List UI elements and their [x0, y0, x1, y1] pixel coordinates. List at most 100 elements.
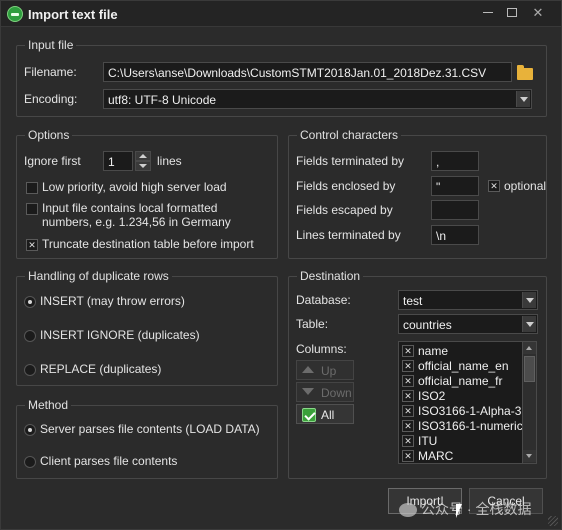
- list-item[interactable]: ISO3166-1-Alpha-3: [401, 404, 522, 419]
- encoding-value: utf8: UTF-8 Unicode: [108, 93, 217, 107]
- close-button[interactable]: ✕: [527, 4, 549, 22]
- local-numbers-checkbox[interactable]: [26, 203, 38, 215]
- table-select[interactable]: countries: [398, 314, 538, 334]
- title-bar: Import text file ✕: [1, 1, 561, 27]
- maximize-icon: [507, 8, 517, 17]
- mouse-cursor-icon: [456, 504, 462, 518]
- column-checkbox[interactable]: [402, 375, 414, 387]
- column-checkbox[interactable]: [402, 345, 414, 357]
- local-numbers-label-line2: numbers, e.g. 1.234,56 in Germany: [42, 215, 231, 229]
- lines-terminated-label: Lines terminated by: [296, 228, 401, 242]
- columns-scrollbar[interactable]: [522, 342, 536, 463]
- fields-terminated-label: Fields terminated by: [296, 154, 405, 168]
- watermark: 公众号 · 全栈数据: [399, 499, 531, 519]
- ignore-first-input[interactable]: 1: [103, 151, 133, 171]
- client-parses-label: Client parses file contents: [40, 454, 178, 468]
- ignore-first-unit: lines: [157, 154, 182, 168]
- truncate-label: Truncate destination table before import: [42, 237, 254, 251]
- list-item[interactable]: ISO3166-1-numeric: [401, 419, 523, 434]
- table-label: Table:: [296, 317, 329, 331]
- database-value: test: [403, 294, 423, 308]
- scrollbar-thumb[interactable]: [524, 356, 535, 382]
- destination-group-title: Destination: [297, 269, 364, 283]
- insert-ignore-radio[interactable]: [24, 330, 36, 342]
- import-text-file-dialog: Import text file ✕ Input file Filename: …: [0, 0, 562, 530]
- spin-up-icon[interactable]: [135, 151, 151, 161]
- list-item[interactable]: MARC: [401, 449, 519, 463]
- maximize-button[interactable]: [501, 4, 523, 22]
- column-name: ISO2: [418, 389, 446, 403]
- lines-terminated-input[interactable]: \n: [431, 225, 479, 245]
- fields-enclosed-label: Fields enclosed by: [296, 179, 396, 193]
- low-priority-label: Low priority, avoid high server load: [42, 180, 227, 194]
- column-name: ISO3166-1-Alpha-3: [418, 404, 522, 418]
- scroll-up-icon[interactable]: [523, 342, 536, 354]
- insert-radio[interactable]: [24, 296, 36, 308]
- move-up-label: Up: [321, 364, 337, 378]
- columns-label: Columns:: [296, 342, 347, 356]
- fields-enclosed-input[interactable]: ": [431, 176, 479, 196]
- window-title: Import text file: [28, 7, 118, 22]
- minimize-icon: [483, 12, 493, 13]
- list-item[interactable]: official_name_en: [401, 359, 519, 374]
- optional-checkbox[interactable]: [488, 180, 500, 192]
- arrow-down-icon: [302, 388, 314, 395]
- move-down-label: Down: [321, 386, 352, 400]
- column-checkbox[interactable]: [402, 390, 414, 402]
- column-name: ISO3166-1-numeric: [418, 419, 523, 433]
- column-checkbox[interactable]: [402, 435, 414, 447]
- local-numbers-label-line1: Input file contains local formatted: [42, 201, 218, 215]
- wechat-icon: [399, 503, 417, 518]
- arrow-up-icon: [302, 366, 314, 373]
- list-item[interactable]: official_name_fr: [401, 374, 519, 389]
- column-checkbox[interactable]: [402, 360, 414, 372]
- column-name: name: [418, 344, 449, 358]
- table-value: countries: [403, 318, 452, 332]
- list-item[interactable]: ISO2: [401, 389, 519, 404]
- fields-terminated-input[interactable]: ,: [431, 151, 479, 171]
- column-checkbox[interactable]: [402, 405, 414, 417]
- input-file-group-title: Input file: [25, 38, 77, 52]
- fields-escaped-input[interactable]: [431, 200, 479, 220]
- encoding-label: Encoding:: [24, 92, 78, 106]
- folder-icon[interactable]: [517, 65, 533, 80]
- chevron-down-icon: [522, 292, 536, 308]
- chevron-down-icon: [516, 91, 530, 107]
- chevron-down-icon: [522, 316, 536, 332]
- options-group-title: Options: [25, 128, 73, 142]
- select-all-label: All: [321, 408, 335, 422]
- move-down-button[interactable]: Down: [296, 382, 354, 402]
- insert-ignore-label: INSERT IGNORE (duplicates): [40, 328, 200, 342]
- control-characters-group-title: Control characters: [297, 128, 402, 142]
- insert-label: INSERT (may throw errors): [40, 294, 185, 308]
- minimize-button[interactable]: [477, 4, 499, 22]
- filename-input[interactable]: C:\Users\anse\Downloads\CustomSTMT2018Ja…: [103, 62, 512, 82]
- fields-escaped-label: Fields escaped by: [296, 203, 393, 217]
- column-checkbox[interactable]: [402, 420, 414, 432]
- list-item[interactable]: ITU: [401, 434, 519, 449]
- scroll-down-icon[interactable]: [523, 450, 536, 462]
- server-parses-radio[interactable]: [24, 424, 36, 436]
- app-icon: [7, 6, 23, 22]
- database-select[interactable]: test: [398, 290, 538, 310]
- check-all-icon: [302, 408, 316, 422]
- low-priority-checkbox[interactable]: [26, 182, 38, 194]
- close-icon: ✕: [532, 5, 544, 20]
- column-name: official_name_en: [418, 359, 509, 373]
- list-item[interactable]: name: [401, 344, 519, 359]
- column-name: official_name_fr: [418, 374, 503, 388]
- encoding-select[interactable]: utf8: UTF-8 Unicode: [103, 89, 532, 109]
- column-name: MARC: [418, 449, 454, 463]
- column-name: ITU: [418, 434, 438, 448]
- method-group-title: Method: [25, 398, 72, 412]
- resize-grip[interactable]: [548, 516, 558, 526]
- replace-radio[interactable]: [24, 364, 36, 376]
- spin-down-icon[interactable]: [135, 161, 151, 171]
- client-parses-radio[interactable]: [24, 456, 36, 468]
- select-all-button[interactable]: All: [296, 404, 354, 424]
- truncate-checkbox[interactable]: [26, 239, 38, 251]
- columns-list[interactable]: name official_name_en official_name_fr I…: [398, 341, 537, 464]
- column-checkbox[interactable]: [402, 450, 414, 462]
- server-parses-label: Server parses file contents (LOAD DATA): [40, 422, 260, 436]
- move-up-button[interactable]: Up: [296, 360, 354, 380]
